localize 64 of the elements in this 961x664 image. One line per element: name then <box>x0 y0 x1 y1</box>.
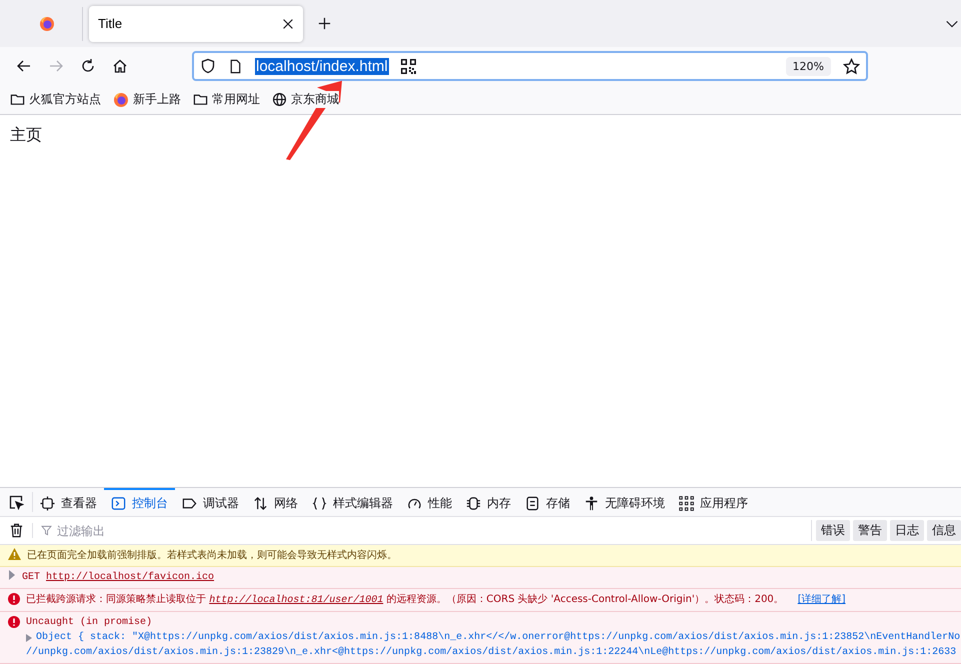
devtools-tab[interactable]: 性能 <box>400 488 459 516</box>
devtools-tab[interactable]: 控制台 <box>104 488 175 516</box>
log-level-filter-button[interactable]: 错误 <box>816 520 850 541</box>
browser-tab[interactable]: Title <box>89 6 303 42</box>
page-heading: 主页 <box>10 125 43 146</box>
home-icon <box>112 58 128 74</box>
request-url-link[interactable]: http://localhost/favicon.ico <box>46 570 214 585</box>
reload-icon <box>80 58 96 74</box>
error-message: 已拦截跨源请求：同源策略禁止读取位于 http://localhost:81/user/1001 的远程资源。（原因：CORS 头缺少 'Access-Control-Allow-Origin'）。状态码：200。 <box>26 592 784 608</box>
devtools-tab[interactable]: 样式编辑器 <box>305 488 400 516</box>
devtools-tab[interactable]: 内存 <box>459 488 518 516</box>
zoom-level-button[interactable]: 120% <box>786 56 831 76</box>
grid-icon <box>679 496 694 510</box>
back-arrow-icon <box>16 58 32 74</box>
up-down-arrows-icon <box>253 496 268 510</box>
trash-icon <box>8 523 24 538</box>
error-title: Uncaught (in promise) <box>26 616 154 630</box>
shield-icon <box>200 58 216 74</box>
devtools-tab[interactable]: 应用程序 <box>672 488 755 516</box>
devtools-tab[interactable]: 调试器 <box>175 488 246 516</box>
close-icon <box>281 16 295 30</box>
resource-url-link[interactable]: http://localhost:81/user/1001 <box>209 595 384 606</box>
bookmark-item[interactable]: 火狐官方站点 <box>10 91 101 108</box>
qr-code-icon <box>400 58 416 74</box>
bookmark-item[interactable]: 常用网址 <box>193 91 260 108</box>
funnel-icon <box>41 525 52 536</box>
folder-icon <box>193 92 208 107</box>
element-picker-icon <box>8 494 24 510</box>
expand-triangle-icon[interactable] <box>8 570 16 580</box>
star-icon <box>843 58 860 74</box>
storage-icon <box>525 496 540 510</box>
stack-trace-text: //unpkg.com/axios/dist/axios.min.js:1:23829\n_e.xhr<@https://unpkg.com/axios/dist/axios.min.js:1:22244\nLe@https://unpkg.com/axios/dist/axios.min.js:1:2633 <box>26 646 958 660</box>
log-level-filter-button[interactable]: 警告 <box>853 520 887 541</box>
learn-more-link[interactable]: [详细了解] <box>798 592 846 607</box>
log-level-filter-button[interactable]: 日志 <box>890 520 924 541</box>
error-icon <box>8 593 20 605</box>
chip-icon <box>466 496 481 510</box>
inspector-icon <box>40 496 55 510</box>
devtools-tab[interactable]: 无障碍环境 <box>577 488 672 516</box>
address-bar[interactable]: localhost/index.html 120% <box>192 51 868 81</box>
globe-icon <box>272 92 287 107</box>
warning-message: 已在页面完全加载前强制排版。若样式表尚未加载，则可能会导致无样式内容闪烁。 <box>27 548 397 563</box>
person-icon <box>584 496 599 510</box>
error-icon <box>8 616 20 628</box>
page-icon <box>228 58 243 74</box>
console-icon <box>111 496 126 510</box>
error-object: Object { stack: "X@https://unpkg.com/axios/dist/axios.min.js:1:8488\n_e.xhr</</w.onerror@https://unpkg.com/axios/dist/axios.min.js:1:23852\nEventHandlerNo <box>36 630 960 645</box>
firefox-icon <box>39 16 55 32</box>
forward-arrow-icon <box>48 58 64 74</box>
url-text: localhost/index.html <box>255 58 389 74</box>
braces-icon <box>312 496 327 510</box>
log-level-filter-button[interactable]: 信息 <box>927 520 961 541</box>
devtools-tab[interactable]: 网络 <box>246 488 305 516</box>
tag-shape-icon <box>182 496 197 510</box>
new-tab-plus-icon <box>317 16 332 31</box>
bookmark-item[interactable]: 新手上路 <box>113 91 181 108</box>
bookmark-item[interactable]: 京东商城 <box>272 91 339 108</box>
expand-triangle-icon[interactable] <box>26 634 32 642</box>
request-method: GET <box>22 571 40 585</box>
warning-icon <box>8 548 21 560</box>
firefox-icon <box>113 92 129 108</box>
folder-icon <box>10 92 25 107</box>
devtools-tab[interactable]: 查看器 <box>33 488 104 516</box>
devtools-tab[interactable]: 存储 <box>518 488 577 516</box>
